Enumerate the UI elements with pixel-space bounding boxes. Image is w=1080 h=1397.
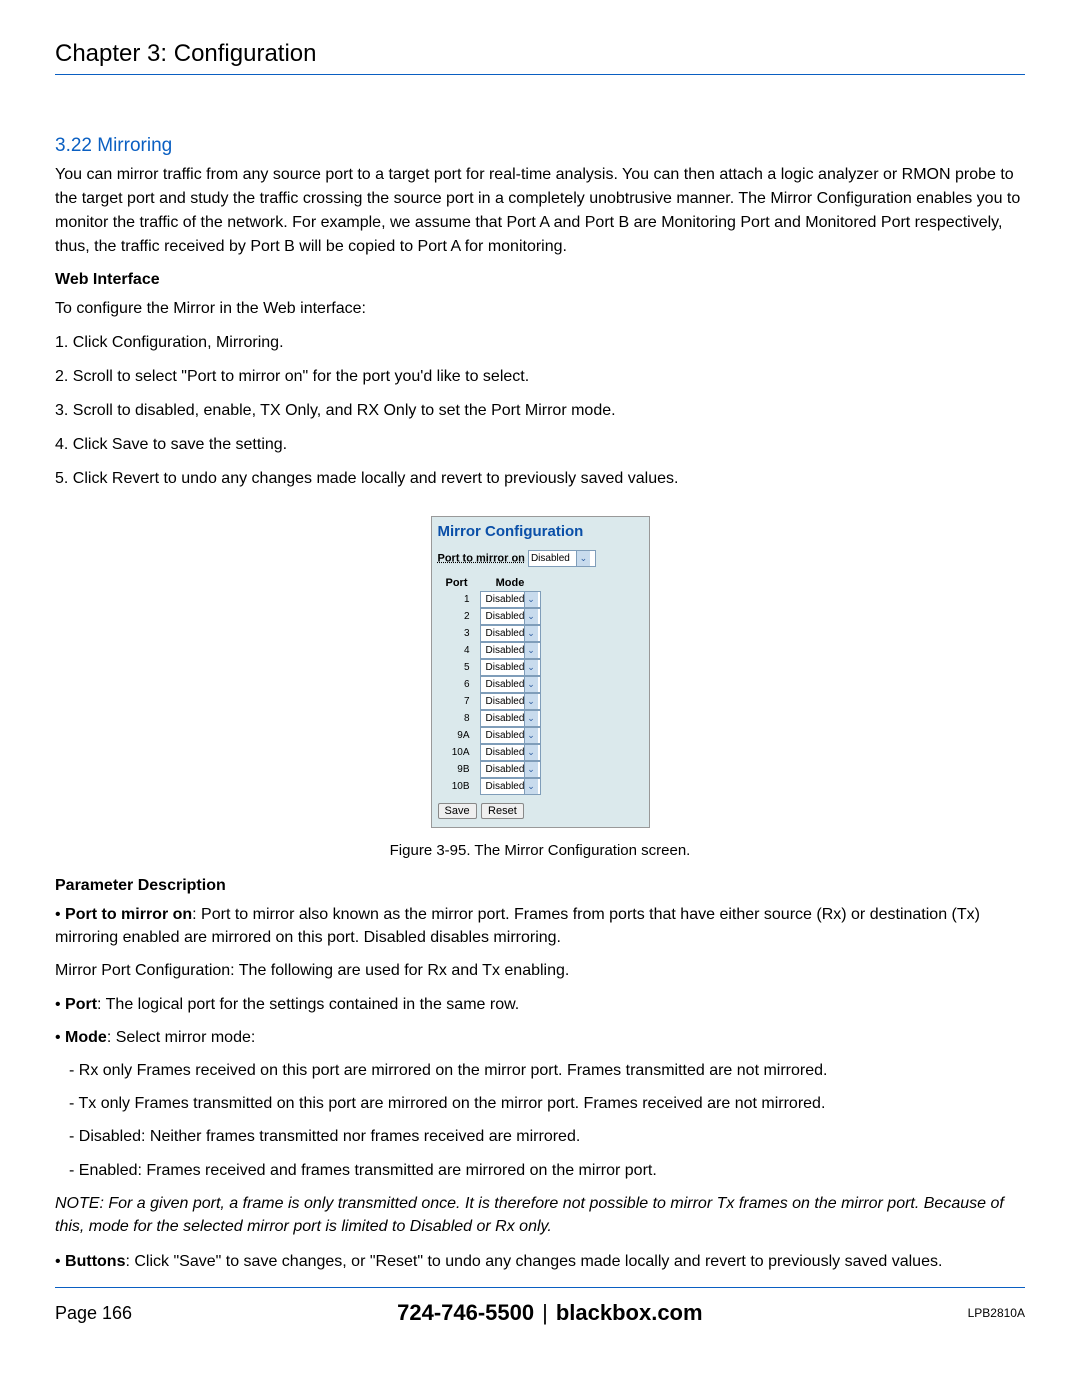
port-to-mirror-select[interactable]: Disabled⌄ (528, 550, 596, 567)
col-port: Port (438, 575, 476, 591)
port-to-mirror-value: Disabled (531, 551, 574, 566)
mode-select[interactable]: Disabled⌄ (480, 727, 541, 744)
mode-select[interactable]: Disabled⌄ (480, 778, 541, 795)
step-5: 5. Click Revert to undo any changes made… (55, 467, 1025, 491)
param-mode-rx: - Rx only Frames received on this port a… (55, 1059, 1025, 1082)
section-title: 3.22 Mirroring (55, 135, 1025, 157)
mode-select[interactable]: Disabled⌄ (480, 608, 541, 625)
figure-caption: Figure 3-95. The Mirror Configuration sc… (55, 842, 1025, 859)
footer-contact: 724-746-5500|blackbox.com (397, 1300, 702, 1326)
param-mirror-cfg: Mirror Port Configuration: The following… (55, 959, 1025, 982)
col-mode: Mode (476, 575, 545, 591)
chevron-down-icon: ⌄ (524, 694, 538, 709)
table-row: 2Disabled⌄ (438, 608, 545, 625)
param-mode: • Mode: Select mirror mode: (55, 1026, 1025, 1049)
chevron-down-icon: ⌄ (524, 660, 538, 675)
chevron-down-icon: ⌄ (576, 551, 590, 566)
param-port-mirror: • Port to mirror on: Port to mirror also… (55, 903, 1025, 949)
chevron-down-icon: ⌄ (524, 711, 538, 726)
port-to-mirror-label: Port to mirror on (438, 552, 525, 564)
table-row: 3Disabled⌄ (438, 625, 545, 642)
param-port: • Port: The logical port for the setting… (55, 993, 1025, 1016)
mode-select[interactable]: Disabled⌄ (480, 744, 541, 761)
chevron-down-icon: ⌄ (524, 592, 538, 607)
chevron-down-icon: ⌄ (524, 745, 538, 760)
mode-select[interactable]: Disabled⌄ (480, 591, 541, 608)
chevron-down-icon: ⌄ (524, 609, 538, 624)
table-row: 6Disabled⌄ (438, 676, 545, 693)
param-mode-tx: - Tx only Frames transmitted on this por… (55, 1092, 1025, 1115)
param-mode-disabled: - Disabled: Neither frames transmitted n… (55, 1125, 1025, 1148)
param-mode-enabled: - Enabled: Frames received and frames tr… (55, 1159, 1025, 1182)
web-interface-heading: Web Interface (55, 271, 1025, 289)
mode-select[interactable]: Disabled⌄ (480, 625, 541, 642)
figure-mirror-config: Mirror Configuration Port to mirror on D… (55, 516, 1025, 828)
mode-select[interactable]: Disabled⌄ (480, 676, 541, 693)
step-2: 2. Scroll to select "Port to mirror on" … (55, 365, 1025, 389)
param-buttons: • Buttons: Click "Save" to save changes,… (55, 1250, 1025, 1273)
page-footer: Page 166 724-746-5500|blackbox.com LPB28… (55, 1287, 1025, 1326)
table-row: 7Disabled⌄ (438, 693, 545, 710)
page-number: Page 166 (55, 1303, 132, 1324)
save-button[interactable]: Save (438, 803, 477, 819)
section-intro: You can mirror traffic from any source p… (55, 163, 1025, 259)
mode-select[interactable]: Disabled⌄ (480, 642, 541, 659)
step-4: 4. Click Save to save the setting. (55, 433, 1025, 457)
mode-select[interactable]: Disabled⌄ (480, 761, 541, 778)
chevron-down-icon: ⌄ (524, 762, 538, 777)
mode-select[interactable]: Disabled⌄ (480, 659, 541, 676)
table-row: 4Disabled⌄ (438, 642, 545, 659)
chevron-down-icon: ⌄ (524, 677, 538, 692)
chapter-title: Chapter 3: Configuration (55, 40, 1025, 75)
table-row: 9BDisabled⌄ (438, 761, 545, 778)
mode-select[interactable]: Disabled⌄ (480, 710, 541, 727)
web-interface-lead: To configure the Mirror in the Web inter… (55, 297, 1025, 321)
mirror-table: PortMode 1Disabled⌄ 2Disabled⌄ 3Disabled… (438, 575, 545, 795)
note-text: NOTE: For a given port, a frame is only … (55, 1192, 1025, 1238)
param-desc-heading: Parameter Description (55, 877, 1025, 895)
chevron-down-icon: ⌄ (524, 626, 538, 641)
table-row: 8Disabled⌄ (438, 710, 545, 727)
chevron-down-icon: ⌄ (524, 643, 538, 658)
reset-button[interactable]: Reset (481, 803, 524, 819)
step-1: 1. Click Configuration, Mirroring. (55, 331, 1025, 355)
model-number: LPB2810A (968, 1306, 1025, 1320)
mode-select[interactable]: Disabled⌄ (480, 693, 541, 710)
table-row: 9ADisabled⌄ (438, 727, 545, 744)
chevron-down-icon: ⌄ (524, 728, 538, 743)
mirror-config-panel: Mirror Configuration Port to mirror on D… (431, 516, 650, 828)
table-row: 1Disabled⌄ (438, 591, 545, 608)
table-row: 10BDisabled⌄ (438, 778, 545, 795)
table-row: 5Disabled⌄ (438, 659, 545, 676)
table-row: 10ADisabled⌄ (438, 744, 545, 761)
chevron-down-icon: ⌄ (524, 779, 538, 794)
step-3: 3. Scroll to disabled, enable, TX Only, … (55, 399, 1025, 423)
mirror-config-title: Mirror Configuration (438, 523, 643, 540)
